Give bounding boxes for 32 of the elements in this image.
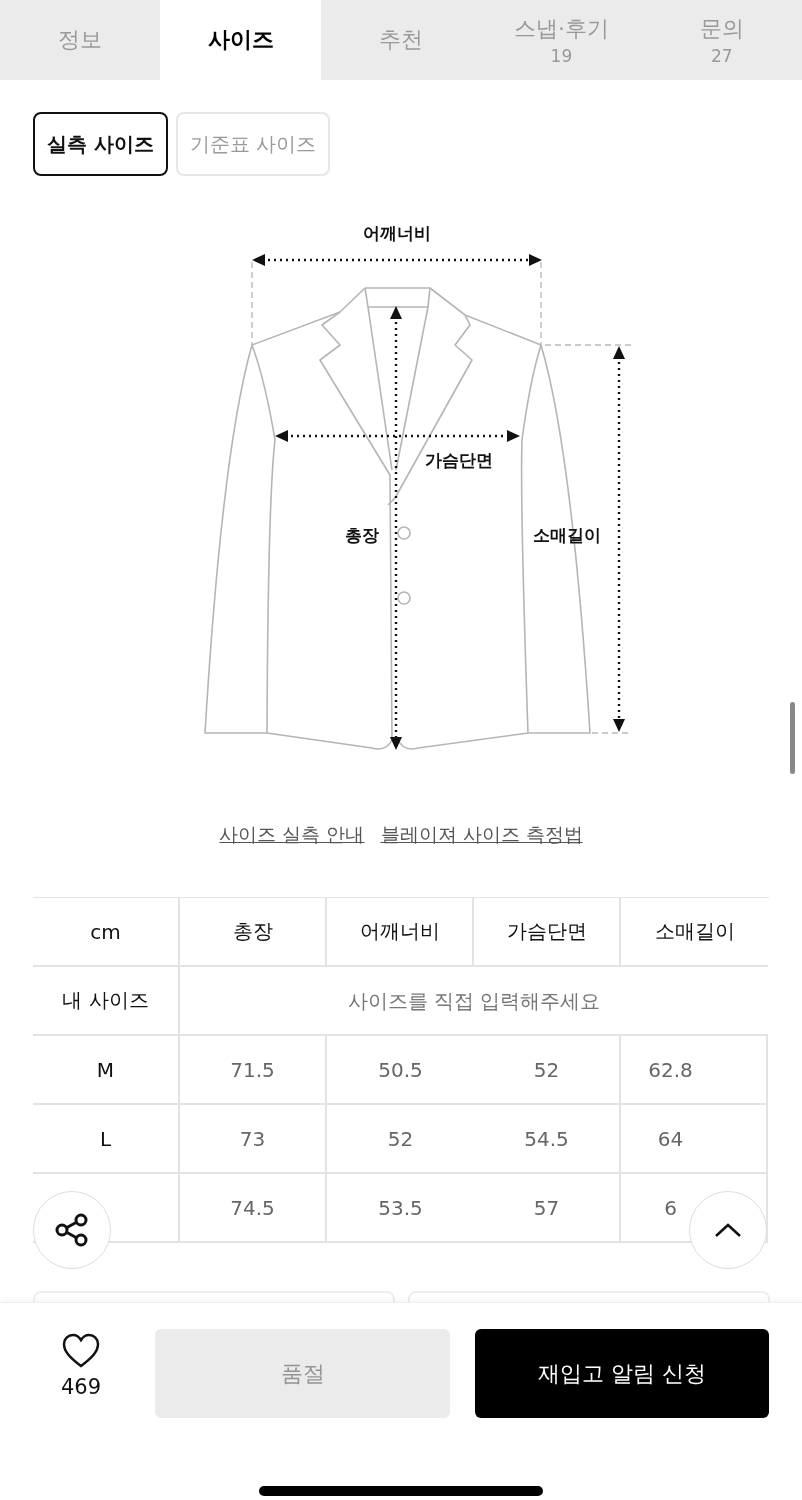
table-cell: 53.5 [327,1174,474,1243]
tab[interactable]: 사이즈 [160,0,321,80]
guide-link[interactable]: 사이즈 실측 안내 [219,822,365,850]
column-header: cm [33,898,180,967]
guide-link[interactable]: 블레이져 사이즈 측정법 [380,822,583,850]
table-cell: 52 [327,1105,474,1174]
row-header: L [33,1105,180,1174]
size-toggle-button[interactable]: 실측 사이즈 [33,112,168,176]
tab-count: 19 [550,46,573,66]
table-cell: 71.5 [180,1036,327,1105]
table-cell: 73 [180,1105,327,1174]
measurement-label: 총장 [345,523,379,547]
table-cell: 54.5 [474,1105,621,1174]
table-cell: 50.5 [327,1036,474,1105]
measurement-label: 소매길이 [533,523,601,547]
table-cell: 64 [621,1105,768,1174]
table-cell: 74.5 [180,1174,327,1243]
restock-alert-button[interactable]: 재입고 알림 신청 [475,1329,769,1418]
tab-label: 문의 [699,15,744,43]
tab-count: 27 [711,46,733,66]
measurement-label: 어깨너비 [363,221,431,245]
like-count: 469 [60,1375,102,1399]
table-cell: 57 [474,1174,621,1243]
row-header: M [33,1036,180,1105]
like-button[interactable]: 469 [48,1333,114,1399]
heart-icon [61,1333,101,1369]
scrollbar [790,702,795,774]
table-cell: 62.8 [621,1036,768,1105]
table-cell: 52 [474,1036,621,1105]
tab-label: 스냅·후기 [513,15,609,43]
chevron-up-icon [714,1222,742,1238]
measurement-label: 가슴단면 [425,448,493,472]
